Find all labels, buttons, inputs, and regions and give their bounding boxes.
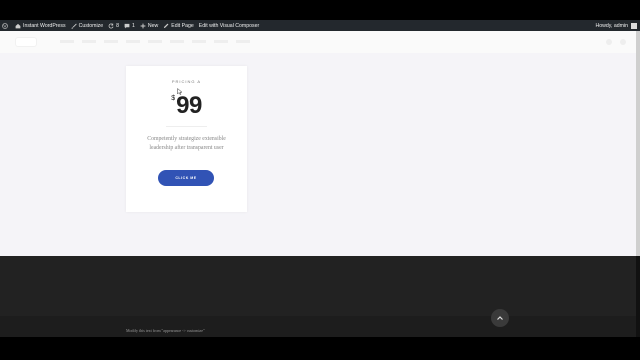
nav-item[interactable] [192,40,206,43]
brush-icon [70,23,77,29]
customize-label: Customize [78,22,104,29]
click-me-button[interactable]: CLICK ME [158,170,214,186]
nav-item[interactable] [236,40,250,43]
price: $ 99 [126,92,247,120]
refresh-icon [108,23,114,28]
wordpress-icon: W [2,22,8,29]
mouse-cursor-icon [177,88,183,95]
divider [166,126,207,127]
wordpress-menu[interactable]: W [2,22,10,29]
nav-item[interactable] [82,40,96,43]
nav-item[interactable] [148,40,162,43]
site-header [0,31,636,53]
main-navigation [60,40,250,43]
price-amount: 99 [176,92,202,119]
comments-count: 1 [131,22,135,29]
comment-icon [124,23,130,28]
nav-item[interactable] [170,40,184,43]
site-name-label: Instant WordPress [23,22,66,29]
chevron-up-icon [497,316,503,320]
updates-count: 8 [116,22,119,29]
letterbox-bottom [0,337,640,360]
nav-item[interactable] [126,40,140,43]
plus-icon [140,23,146,28]
greeting-label: Howdy, admin [595,22,628,29]
nav-item[interactable] [104,40,118,43]
pricing-card: PRICING A $ 99 Competently strategize ex… [126,66,247,212]
footer-bottom-bar [0,316,636,337]
menu-icon[interactable] [620,39,626,45]
page-content [0,53,636,256]
letterbox-top [0,0,640,20]
nav-item[interactable] [60,40,74,43]
visual-composer-label: Edit with Visual Composer [198,22,260,29]
site-logo[interactable] [16,38,36,46]
updates-link[interactable]: 8 [108,23,119,29]
avatar [631,22,637,29]
edit-page-label: Edit Page [171,22,194,29]
new-content-link[interactable]: New [140,23,158,29]
svg-text:W: W [3,24,7,28]
nav-item[interactable] [214,40,228,43]
wp-admin-bar: W Instant WordPress Customize 8 1 New Ed… [0,20,640,31]
pencil-icon [164,23,169,28]
edit-page-link[interactable]: Edit Page [163,23,194,29]
pricing-description: Competently strategize extensible leader… [147,136,226,151]
search-icon[interactable] [606,39,612,45]
site-name-link[interactable]: Instant WordPress [15,23,66,29]
visual-composer-link[interactable]: Edit with Visual Composer [199,23,259,29]
header-icons [606,39,626,45]
customize-link[interactable]: Customize [70,22,104,29]
scrollbar-thumb[interactable] [636,31,640,256]
back-to-top-button[interactable] [491,309,509,327]
footer-copyright: Modify this text from "appearance -> cus… [126,328,205,333]
price-currency: $ [171,95,176,102]
pricing-label: PRICING A [171,79,202,84]
screen-frame: W Instant WordPress Customize 8 1 New Ed… [0,0,640,360]
new-label: New [147,22,159,29]
home-icon [15,23,21,28]
account-menu[interactable]: Howdy, admin [596,20,637,31]
comments-link[interactable]: 1 [124,23,135,29]
